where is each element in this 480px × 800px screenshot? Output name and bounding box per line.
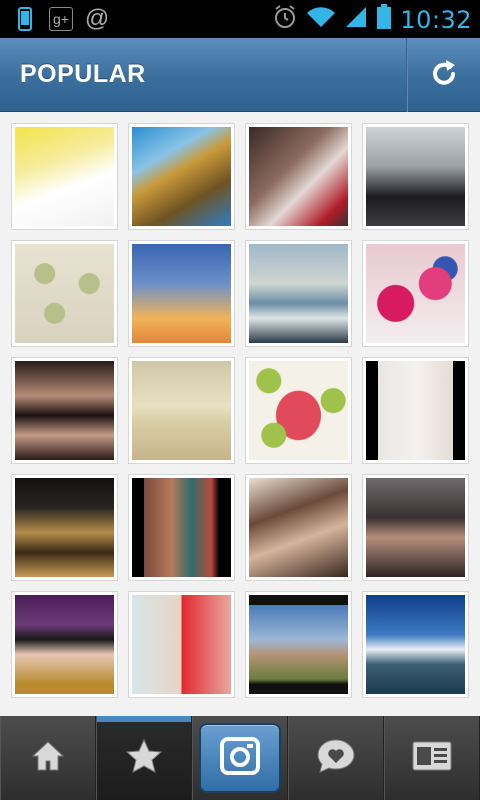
bottom-tab-bar [0, 716, 480, 800]
photo-green-dots-pink [249, 361, 348, 460]
photo-tile[interactable] [11, 591, 118, 698]
photo-tile[interactable] [362, 357, 469, 464]
photo-tile[interactable] [128, 240, 235, 347]
photo-tile[interactable] [362, 474, 469, 581]
heart-bubble-icon [316, 737, 356, 780]
tab-home[interactable] [0, 716, 96, 800]
photo-dandelion-sunset [132, 244, 231, 343]
phone-icon [12, 6, 38, 32]
home-icon [30, 739, 66, 778]
photo-boat-lake [366, 595, 465, 694]
photo-tile[interactable] [245, 591, 352, 698]
photo-cake-pops [366, 244, 465, 343]
camera-icon [220, 736, 260, 780]
photo-tile[interactable] [362, 591, 469, 698]
alarm-icon [272, 4, 298, 35]
status-time: 10:32 [400, 5, 472, 34]
tab-profile[interactable] [384, 716, 480, 800]
tab-news[interactable] [288, 716, 384, 800]
photo-tile[interactable] [245, 240, 352, 347]
photo-two-girls-hugging [249, 127, 348, 226]
photo-collage-faces [132, 595, 231, 694]
photo-tile[interactable] [245, 123, 352, 230]
photo-tile[interactable] [245, 474, 352, 581]
photo-tile[interactable] [11, 474, 118, 581]
photo-mansion [249, 595, 348, 694]
photo-rock-formation [132, 127, 231, 226]
signal-icon [344, 5, 368, 34]
profile-card-icon [412, 741, 452, 776]
photo-sunglasses-girl [15, 595, 114, 694]
battery-icon [376, 4, 392, 35]
photo-tile[interactable] [128, 474, 235, 581]
star-icon [125, 738, 163, 779]
photo-tile[interactable] [362, 240, 469, 347]
photo-feed[interactable] [0, 112, 480, 716]
photo-tile[interactable] [362, 123, 469, 230]
camera-button[interactable] [199, 723, 281, 793]
photo-tile[interactable] [245, 357, 352, 464]
tab-camera[interactable] [192, 716, 288, 800]
photo-tile[interactable] [11, 123, 118, 230]
at-sign-icon: @ [84, 5, 110, 32]
photo-leopard-bag [15, 478, 114, 577]
photo-polka-dot-phone [15, 244, 114, 343]
photo-pier-sunset [249, 244, 348, 343]
app-header: POPULAR [0, 38, 480, 112]
photo-tile[interactable] [128, 123, 235, 230]
status-bar: g+ @ 10:32 [0, 0, 480, 38]
tab-popular[interactable] [96, 716, 192, 800]
page-title: POPULAR [20, 60, 146, 88]
wifi-icon [306, 5, 336, 34]
photo-tile[interactable] [11, 240, 118, 347]
refresh-button[interactable] [408, 38, 480, 112]
photo-girl-selfie [249, 478, 348, 577]
photo-cookie-and-cup [15, 127, 114, 226]
photo-two-tattooed-women [366, 361, 465, 460]
photo-woman-dark [366, 478, 465, 577]
google-plus-icon: g+ [48, 6, 74, 32]
photo-tattoo-arm [132, 478, 231, 577]
photo-woman-lying-1 [15, 361, 114, 460]
photo-tile[interactable] [11, 357, 118, 464]
photo-tile[interactable] [128, 357, 235, 464]
refresh-icon [429, 56, 459, 95]
photo-tile[interactable] [128, 591, 235, 698]
photo-cloudy-field [132, 361, 231, 460]
photo-three-boys [366, 127, 465, 226]
photo-grid [11, 123, 471, 698]
